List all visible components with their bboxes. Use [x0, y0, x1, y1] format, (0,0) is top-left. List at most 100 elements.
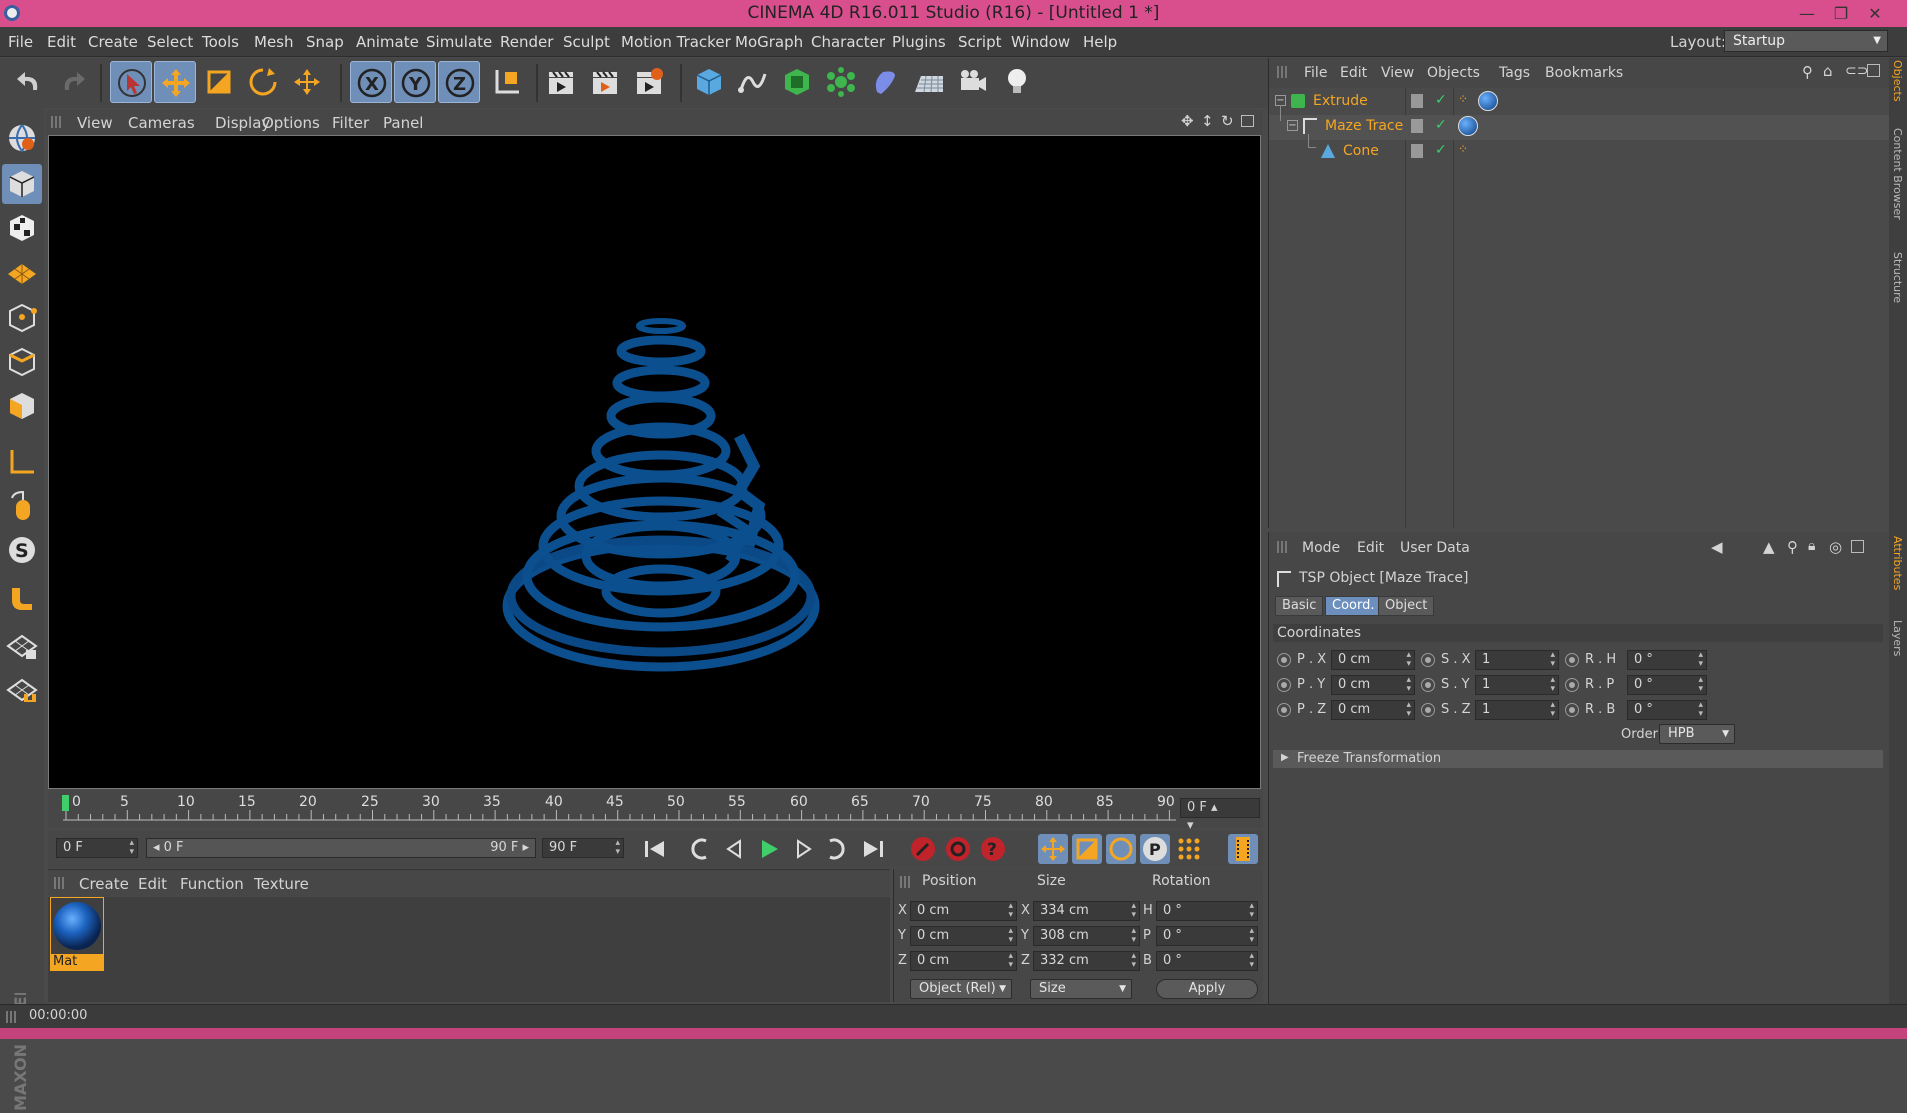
workplane-snap-button[interactable] — [2, 670, 42, 710]
position-z-field[interactable]: 0 cm ▴ ▾ — [910, 951, 1017, 971]
pz-field[interactable]: 0 cm ▴ ▾ — [1331, 700, 1415, 720]
start-frame-field[interactable]: 0 F ▴ ▾ — [56, 838, 138, 858]
add-mograph-button[interactable] — [820, 61, 862, 103]
add-cube-button[interactable] — [688, 61, 730, 103]
scale-track-toggle[interactable] — [1072, 834, 1102, 864]
side-tab-objects[interactable]: Objects — [1891, 60, 1904, 102]
spinner-icon[interactable]: ▴ ▾ — [1698, 676, 1703, 694]
viewport-menu-view[interactable]: View — [77, 114, 113, 132]
spinner-icon[interactable]: ▴ ▾ — [1008, 902, 1013, 920]
objects-menu-objects[interactable]: Objects — [1427, 65, 1480, 81]
size-y-field[interactable]: 308 cm ▴ ▾ — [1033, 926, 1140, 946]
spinner-icon[interactable]: ▴ ▾ — [1406, 651, 1411, 669]
attributes-menu-mode[interactable]: Mode — [1302, 540, 1340, 556]
pan-view-icon[interactable]: ✥ — [1181, 112, 1194, 130]
enabled-check-icon[interactable]: ✓ — [1435, 142, 1447, 158]
viewport-menu-options[interactable]: Options — [262, 114, 320, 132]
add-deformer-button[interactable] — [864, 61, 906, 103]
current-frame-field[interactable]: 0 F ▴ ▾ — [1180, 798, 1260, 833]
coordinate-mode-dropdown[interactable]: Object (Rel) ▼ — [910, 979, 1012, 999]
py-field[interactable]: 0 cm ▴ ▾ — [1331, 675, 1415, 695]
object-row-extrude[interactable]: − Extrude ✓ ⁘ — [1269, 90, 1890, 115]
object-row-cone[interactable]: Cone ✓ ⁘ — [1269, 134, 1890, 165]
viewport-solo-button[interactable] — [2, 118, 42, 158]
objects-menu-tags[interactable]: Tags — [1499, 65, 1530, 81]
size-z-field[interactable]: 332 cm ▴ ▾ — [1033, 951, 1140, 971]
animate-sz-radio[interactable] — [1421, 703, 1435, 717]
material-tag-icon[interactable] — [1478, 91, 1498, 111]
menu-mograph[interactable]: MoGraph — [735, 33, 803, 51]
menu-render[interactable]: Render — [500, 33, 553, 51]
frame-ruler[interactable]: 0 5 10 15 20 25 30 35 40 45 50 55 60 65 … — [58, 790, 1178, 828]
maximize-button[interactable]: ❐ — [1824, 0, 1858, 27]
link-icon[interactable]: ⊂⊃ — [1845, 63, 1868, 79]
add-light-button[interactable] — [996, 61, 1038, 103]
search-icon[interactable]: ⚲ — [1802, 63, 1813, 81]
material-tag-icon[interactable] — [1458, 116, 1478, 136]
spinner-icon[interactable]: ▴ ▾ — [1550, 676, 1555, 694]
menu-create[interactable]: Create — [88, 33, 138, 51]
add-generator-button[interactable] — [776, 61, 818, 103]
close-button[interactable]: ✕ — [1858, 0, 1892, 27]
add-floor-button[interactable] — [908, 61, 950, 103]
viewport-3d[interactable] — [48, 135, 1261, 789]
material-menu-edit[interactable]: Edit — [138, 875, 167, 893]
menu-help[interactable]: Help — [1083, 33, 1117, 51]
rotation-order-dropdown[interactable]: HPB ▼ — [1659, 724, 1735, 744]
render-settings-button[interactable] — [628, 61, 670, 103]
spinner-icon[interactable]: ▴ ▾ — [1008, 952, 1013, 970]
back-arrow-icon[interactable]: ◀ — [1711, 538, 1723, 556]
animate-sy-radio[interactable] — [1421, 678, 1435, 692]
polygons-mode-button[interactable] — [2, 386, 42, 426]
edges-mode-button[interactable] — [2, 342, 42, 382]
animate-px-radio[interactable] — [1277, 653, 1291, 667]
tag-dots-icon[interactable]: ⁘ — [1458, 142, 1468, 156]
points-mode-button[interactable] — [2, 298, 42, 338]
spinner-icon[interactable]: ▴ ▾ — [1249, 952, 1254, 970]
spinner-icon[interactable]: ▴ ▾ — [1698, 651, 1703, 669]
add-camera-button[interactable] — [952, 61, 994, 103]
model-mode-button[interactable] — [2, 164, 42, 204]
side-tab-structure[interactable]: Structure — [1891, 252, 1904, 303]
side-tab-layers[interactable]: Layers — [1891, 620, 1904, 656]
menu-snap[interactable]: Snap — [306, 33, 344, 51]
animate-rb-radio[interactable] — [1565, 703, 1579, 717]
position-track-toggle[interactable] — [1038, 834, 1068, 864]
render-view-button[interactable] — [540, 61, 582, 103]
material-menu-create[interactable]: Create — [79, 875, 129, 893]
axis-mode-button[interactable] — [2, 442, 42, 482]
texture-mode-button[interactable] — [2, 208, 42, 248]
attributes-menu-edit[interactable]: Edit — [1357, 540, 1384, 556]
viewport-menu-panel[interactable]: Panel — [383, 114, 423, 132]
new-panel-icon[interactable] — [1851, 540, 1864, 553]
spinner-icon[interactable]: ▴ ▾ — [1406, 676, 1411, 694]
layer-visibility-icon[interactable] — [1411, 144, 1423, 158]
material-menu-function[interactable]: Function — [180, 875, 244, 893]
minimize-button[interactable]: — — [1790, 0, 1824, 27]
position-x-field[interactable]: 0 cm ▴ ▾ — [910, 901, 1017, 921]
scale-tool-button[interactable] — [198, 61, 240, 103]
rotation-p-field[interactable]: 0 ° ▴ ▾ — [1156, 926, 1258, 946]
undo-button[interactable] — [8, 61, 50, 103]
menu-animate[interactable]: Animate — [356, 33, 419, 51]
toggle-layout-icon[interactable] — [1241, 115, 1254, 127]
size-mode-dropdown[interactable]: Size ▼ — [1030, 979, 1132, 999]
spinner-icon[interactable]: ▴ ▾ — [615, 839, 620, 857]
menu-mesh[interactable]: Mesh — [254, 33, 294, 51]
previous-key-button[interactable] — [684, 834, 714, 864]
rotation-track-toggle[interactable] — [1106, 834, 1136, 864]
animate-sx-radio[interactable] — [1421, 653, 1435, 667]
spinner-icon[interactable]: ▴ ▾ — [1406, 701, 1411, 719]
viewport-menu-cameras[interactable]: Cameras — [128, 114, 195, 132]
point-level-animation-button[interactable] — [1174, 834, 1204, 864]
spinner-icon[interactable]: ▴ ▾ — [1698, 701, 1703, 719]
search-icon[interactable]: ⚲ — [1787, 538, 1798, 556]
menu-edit[interactable]: Edit — [47, 33, 76, 51]
tab-basic[interactable]: Basic — [1275, 596, 1324, 616]
spinner-icon[interactable]: ▴ ▾ — [1131, 902, 1136, 920]
spinner-icon[interactable]: ▴ ▾ — [129, 839, 134, 857]
target-icon[interactable]: ◎ — [1829, 538, 1842, 556]
animate-rh-radio[interactable] — [1565, 653, 1579, 667]
objects-menu-edit[interactable]: Edit — [1340, 65, 1367, 81]
rotate-tool-button[interactable] — [242, 61, 284, 103]
